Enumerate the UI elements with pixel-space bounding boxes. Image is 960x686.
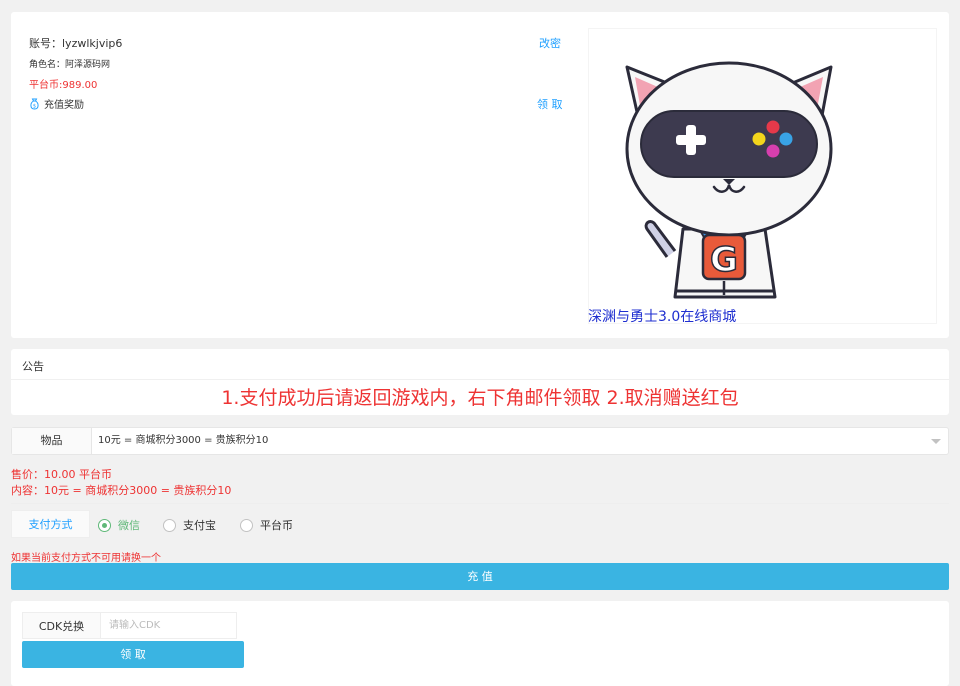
payment-method-label: 支付方式 xyxy=(11,510,90,538)
bonus-row: $ 充值奖励 xyxy=(29,96,84,111)
cdk-input[interactable] xyxy=(101,612,237,639)
logo-letter: G xyxy=(710,240,738,280)
sale-price-value: 10.00 平台币 xyxy=(44,468,112,481)
payment-option-platform-coin[interactable]: 平台币 xyxy=(240,517,293,533)
account-card: 账号：lyzwlkjvip6 改密 角色名：阿泽源码网 平台币:989.00 $… xyxy=(11,12,949,338)
radio-unchecked-icon[interactable] xyxy=(163,518,176,532)
item-select-row: 物品 10元 = 商城积分3000 = 贵族积分10 xyxy=(11,427,949,455)
payment-option-wechat[interactable]: 微信 xyxy=(98,517,140,533)
cat-mascot-image: G xyxy=(588,28,937,324)
notice-divider xyxy=(11,379,949,380)
notice-text: 1.支付成功后请返回游戏内，右下角邮件领取 2.取消赠送红包 xyxy=(221,387,739,409)
item-content-label: 内容： xyxy=(11,484,44,497)
coin-value: 989.00 xyxy=(62,80,98,91)
item-select[interactable]: 10元 = 商城积分3000 = 贵族积分10 xyxy=(98,428,268,454)
chevron-down-icon[interactable] xyxy=(931,439,941,444)
recharge-button[interactable]: 充 值 xyxy=(11,563,949,590)
payment-hint: 如果当前支付方式不可用请换一个 xyxy=(11,553,161,564)
payment-option-alipay[interactable]: 支付宝 xyxy=(163,517,216,533)
cdk-card: CDK兑换 领 取 xyxy=(11,601,949,686)
role-label: 角色名： xyxy=(29,60,66,70)
notice-label: 公告 xyxy=(22,360,44,373)
payment-option-label: 平台币 xyxy=(260,519,293,532)
account-label: 账号： xyxy=(29,37,62,50)
item-content: 内容：10元 = 商城积分3000 = 贵族积分10 xyxy=(11,482,231,498)
role-value: 阿泽源码网 xyxy=(65,60,111,70)
shop-title: 深渊与勇士3.0在线商城 xyxy=(588,309,737,325)
bonus-claim-link[interactable]: 领 取 xyxy=(537,96,563,112)
account-row: 账号：lyzwlkjvip6 xyxy=(29,35,122,51)
radio-checked-icon[interactable] xyxy=(98,518,111,532)
bonus-label: 充值奖励 xyxy=(44,100,84,111)
payment-option-label: 微信 xyxy=(118,519,140,532)
role-row: 角色名：阿泽源码网 xyxy=(29,57,110,70)
coin-row: 平台币:989.00 xyxy=(29,76,97,91)
svg-text:$: $ xyxy=(33,103,36,109)
item-content-value: 10元 = 商城积分3000 = 贵族积分10 xyxy=(44,484,232,497)
item-label: 物品 xyxy=(12,428,92,454)
money-bag-icon: $ xyxy=(29,98,40,110)
divider xyxy=(11,503,949,504)
payment-option-label: 支付宝 xyxy=(183,519,216,532)
coin-label: 平台币: xyxy=(29,80,63,91)
cdk-label: CDK兑换 xyxy=(22,612,101,639)
radio-unchecked-icon[interactable] xyxy=(240,518,253,532)
sale-price: 售价：10.00 平台币 xyxy=(11,466,112,482)
sale-price-label: 售价： xyxy=(11,468,44,481)
cdk-claim-button[interactable]: 领 取 xyxy=(22,641,244,668)
notice-card: 公告 1.支付成功后请返回游戏内，右下角邮件领取 2.取消赠送红包 xyxy=(11,349,949,415)
change-password-link[interactable]: 改密 xyxy=(539,35,561,51)
account-value: lyzwlkjvip6 xyxy=(62,37,123,50)
